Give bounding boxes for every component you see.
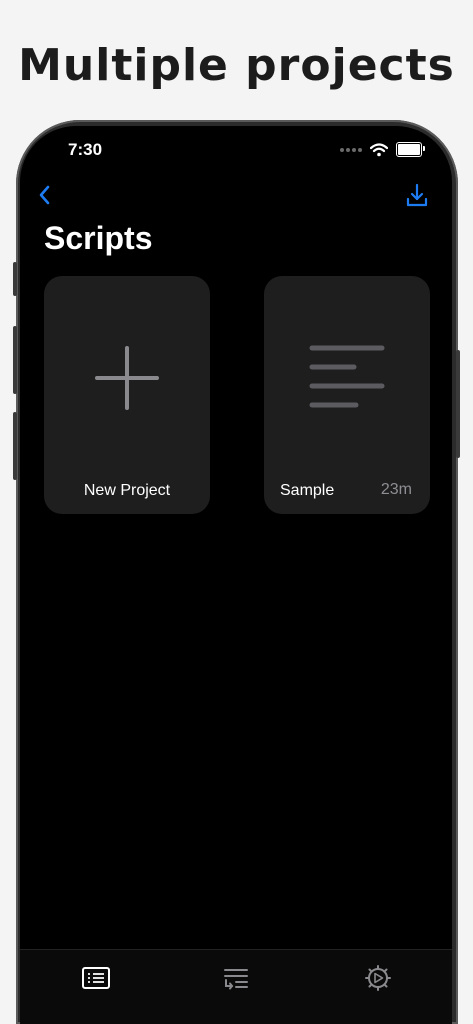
tab-bar [20,949,452,1024]
project-grid: New Project Sample 23m [44,276,430,514]
new-project-card[interactable]: New Project [44,276,210,514]
reorder-list-icon [224,969,248,990]
project-card-label: New Project [83,482,171,499]
project-duration: 23m [380,481,412,498]
battery-icon [396,142,425,157]
tab-settings[interactable] [362,964,394,992]
gear-play-icon [365,965,391,991]
page-title: Scripts [44,220,153,256]
phone-mute-switch [13,262,17,296]
app-screen: 7:30 Scripts New Project Sample 23m [20,126,452,1024]
promo-page: Multiple projects 7:30 Scripts New Proje… [0,0,473,1024]
wifi-icon [370,142,388,156]
download-icon [406,183,428,207]
promo-headline: Multiple projects [18,40,455,91]
script-list-icon [82,967,110,989]
phone-power-button [456,350,460,458]
tab-scripts[interactable] [80,964,112,992]
plus-icon [95,346,159,410]
sample-project-card[interactable]: Sample 23m [264,276,430,514]
cellular-signal-icon [340,147,362,152]
status-icons [340,142,425,157]
tab-reorder[interactable] [220,964,252,992]
status-bar: 7:30 [20,126,452,176]
document-lines-icon [309,345,385,408]
phone-volume-down [13,412,17,480]
chevron-left-icon [39,185,50,205]
back-button[interactable] [34,180,58,210]
status-time: 7:30 [68,140,103,159]
phone-volume-up [13,326,17,394]
navigation-bar [20,176,452,216]
download-button[interactable] [404,180,430,210]
project-card-label: Sample [280,482,335,499]
